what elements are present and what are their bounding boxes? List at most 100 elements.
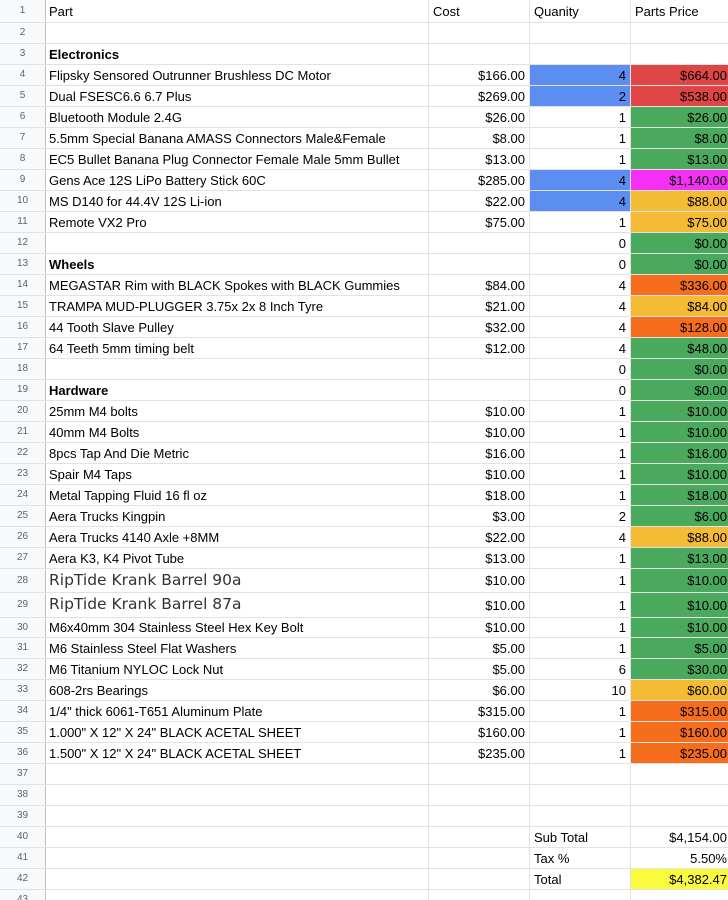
- cost-cell[interactable]: [429, 359, 530, 379]
- part-cell[interactable]: M6x40mm 304 Stainless Steel Hex Key Bolt: [46, 618, 429, 637]
- parts-price-cell[interactable]: $88.00: [631, 191, 728, 211]
- cost-cell[interactable]: [429, 380, 530, 400]
- cost-cell[interactable]: [429, 23, 530, 43]
- quantity-cell[interactable]: 0: [530, 380, 631, 400]
- row-number[interactable]: 16: [0, 317, 46, 337]
- part-cell[interactable]: [46, 23, 429, 43]
- quantity-cell[interactable]: 6: [530, 659, 631, 679]
- row-number[interactable]: 15: [0, 296, 46, 316]
- parts-price-cell[interactable]: $0.00: [631, 359, 728, 379]
- row-number[interactable]: 8: [0, 149, 46, 169]
- quantity-cell[interactable]: 4: [530, 317, 631, 337]
- quantity-cell[interactable]: 0: [530, 233, 631, 253]
- part-cell[interactable]: 5.5mm Special Banana AMASS Connectors Ma…: [46, 128, 429, 148]
- row-number[interactable]: 1: [0, 0, 46, 22]
- parts-price-cell[interactable]: $0.00: [631, 380, 728, 400]
- cost-cell[interactable]: [429, 806, 530, 826]
- quantity-cell[interactable]: 2: [530, 506, 631, 526]
- part-cell[interactable]: 1.000" X 12" X 24" BLACK ACETAL SHEET: [46, 722, 429, 742]
- cost-cell[interactable]: Cost: [429, 0, 530, 22]
- cost-cell[interactable]: [429, 764, 530, 784]
- cost-cell[interactable]: $166.00: [429, 65, 530, 85]
- quantity-cell[interactable]: 2: [530, 86, 631, 106]
- cost-cell[interactable]: $18.00: [429, 485, 530, 505]
- cost-cell[interactable]: [429, 827, 530, 847]
- part-cell[interactable]: 40mm M4 Bolts: [46, 422, 429, 442]
- parts-price-cell[interactable]: $4,154.00: [631, 827, 728, 847]
- cost-cell[interactable]: $16.00: [429, 443, 530, 463]
- parts-price-cell[interactable]: $16.00: [631, 443, 728, 463]
- cost-cell[interactable]: $3.00: [429, 506, 530, 526]
- row-number[interactable]: 6: [0, 107, 46, 127]
- quantity-cell[interactable]: 0: [530, 254, 631, 274]
- row-number[interactable]: 25: [0, 506, 46, 526]
- quantity-cell[interactable]: 1: [530, 743, 631, 763]
- cost-cell[interactable]: [429, 233, 530, 253]
- cost-cell[interactable]: [429, 848, 530, 868]
- part-cell[interactable]: Aera K3, K4 Pivot Tube: [46, 548, 429, 568]
- part-cell[interactable]: TRAMPA MUD-PLUGGER 3.75x 2x 8 Inch Tyre: [46, 296, 429, 316]
- part-cell[interactable]: Aera Trucks 4140 Axle +8MM: [46, 527, 429, 547]
- part-cell[interactable]: 44 Tooth Slave Pulley: [46, 317, 429, 337]
- quantity-cell[interactable]: 1: [530, 548, 631, 568]
- cost-cell[interactable]: $84.00: [429, 275, 530, 295]
- parts-price-cell[interactable]: $75.00: [631, 212, 728, 232]
- parts-price-cell[interactable]: $4,382.47: [631, 869, 728, 889]
- row-number[interactable]: 38: [0, 785, 46, 805]
- part-cell[interactable]: Aera Trucks Kingpin: [46, 506, 429, 526]
- cost-cell[interactable]: $26.00: [429, 107, 530, 127]
- row-number[interactable]: 10: [0, 191, 46, 211]
- cost-cell[interactable]: $10.00: [429, 569, 530, 592]
- quantity-cell[interactable]: Total: [530, 869, 631, 889]
- row-number[interactable]: 34: [0, 701, 46, 721]
- row-number[interactable]: 23: [0, 464, 46, 484]
- row-number[interactable]: 7: [0, 128, 46, 148]
- quantity-cell[interactable]: [530, 44, 631, 64]
- row-number[interactable]: 3: [0, 44, 46, 64]
- row-number[interactable]: 32: [0, 659, 46, 679]
- quantity-cell[interactable]: 1: [530, 401, 631, 421]
- parts-price-cell[interactable]: $30.00: [631, 659, 728, 679]
- parts-price-cell[interactable]: [631, 764, 728, 784]
- quantity-cell[interactable]: 4: [530, 170, 631, 190]
- cost-cell[interactable]: $10.00: [429, 401, 530, 421]
- part-cell[interactable]: [46, 890, 429, 900]
- quantity-cell[interactable]: 4: [530, 275, 631, 295]
- part-cell[interactable]: MEGASTAR Rim with BLACK Spokes with BLAC…: [46, 275, 429, 295]
- row-number[interactable]: 13: [0, 254, 46, 274]
- quantity-cell[interactable]: [530, 785, 631, 805]
- cost-cell[interactable]: $285.00: [429, 170, 530, 190]
- quantity-cell[interactable]: Quanity: [530, 0, 631, 22]
- quantity-cell[interactable]: 4: [530, 191, 631, 211]
- part-cell[interactable]: 1.500" X 12" X 24" BLACK ACETAL SHEET: [46, 743, 429, 763]
- part-cell[interactable]: Gens Ace 12S LiPo Battery Stick 60C: [46, 170, 429, 190]
- parts-price-cell[interactable]: $84.00: [631, 296, 728, 316]
- row-number[interactable]: 31: [0, 638, 46, 658]
- part-cell[interactable]: [46, 848, 429, 868]
- cost-cell[interactable]: $160.00: [429, 722, 530, 742]
- quantity-cell[interactable]: 4: [530, 527, 631, 547]
- cost-cell[interactable]: $10.00: [429, 593, 530, 617]
- part-cell[interactable]: RipTide Krank Barrel 90a: [46, 569, 429, 592]
- parts-price-cell[interactable]: $48.00: [631, 338, 728, 358]
- row-number[interactable]: 40: [0, 827, 46, 847]
- cost-cell[interactable]: $5.00: [429, 659, 530, 679]
- row-number[interactable]: 11: [0, 212, 46, 232]
- parts-price-cell[interactable]: $88.00: [631, 527, 728, 547]
- cost-cell[interactable]: $10.00: [429, 618, 530, 637]
- quantity-cell[interactable]: 1: [530, 149, 631, 169]
- parts-price-cell[interactable]: $10.00: [631, 422, 728, 442]
- part-cell[interactable]: M6 Titanium NYLOC Lock Nut: [46, 659, 429, 679]
- quantity-cell[interactable]: 1: [530, 464, 631, 484]
- part-cell[interactable]: [46, 233, 429, 253]
- row-number[interactable]: 26: [0, 527, 46, 547]
- part-cell[interactable]: Remote VX2 Pro: [46, 212, 429, 232]
- cost-cell[interactable]: $13.00: [429, 149, 530, 169]
- parts-price-cell[interactable]: $160.00: [631, 722, 728, 742]
- part-cell[interactable]: Electronics: [46, 44, 429, 64]
- cost-cell[interactable]: $10.00: [429, 422, 530, 442]
- row-number[interactable]: 29: [0, 593, 46, 617]
- parts-price-cell[interactable]: $10.00: [631, 618, 728, 637]
- cost-cell[interactable]: $32.00: [429, 317, 530, 337]
- row-number[interactable]: 12: [0, 233, 46, 253]
